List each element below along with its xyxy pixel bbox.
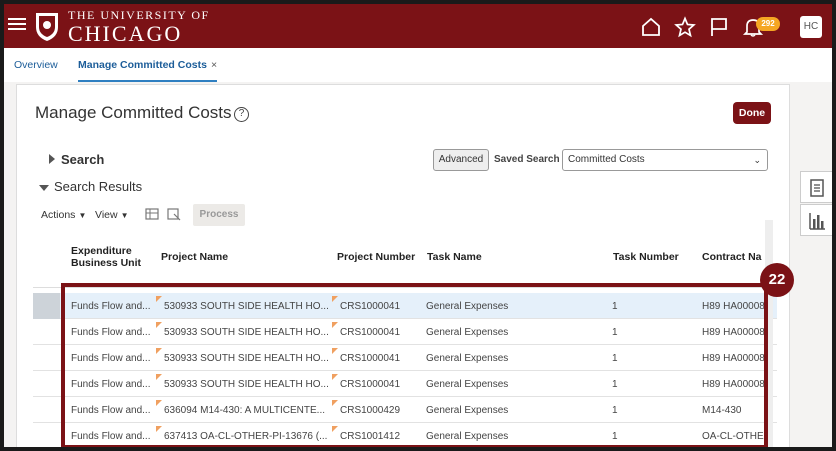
help-icon[interactable]: ? [234,107,249,122]
expand-icon [49,154,55,164]
row-selector[interactable] [33,319,60,345]
logo-top-text: THE UNIVERSITY OF [68,8,210,22]
column-header[interactable]: Task Name [427,251,482,263]
logo-main-text: CHICAGO [68,21,183,46]
dropdown-arrow-icon: ▼ [120,211,129,220]
page-title: Manage Committed Costs [35,103,232,122]
bar-chart-icon [809,213,825,230]
callout-highlight [61,283,768,447]
advanced-button[interactable]: Advanced [433,149,489,171]
shield-icon [36,13,58,41]
close-icon[interactable]: × [211,59,217,71]
dropdown-arrow-icon: ▼ [78,211,87,220]
row-selector[interactable] [33,423,60,447]
actions-menu[interactable]: Actions ▼ [41,209,86,221]
search-results-header[interactable]: Search Results [39,179,142,194]
chevron-down-icon: ⌄ [753,155,761,165]
done-button[interactable]: Done [733,102,771,124]
row-selector[interactable] [33,293,60,319]
notification-badge: 292 [756,17,780,31]
row-selector[interactable] [33,345,60,371]
saved-search-value: Committed Costs [568,154,645,165]
menu-icon[interactable] [8,15,26,33]
view-label: View [95,209,118,221]
university-logo[interactable]: THE UNIVERSITY OF CHICAGO [34,8,210,46]
row-selector[interactable] [33,397,60,423]
user-avatar[interactable]: HC [800,16,822,38]
detach-icon[interactable] [167,207,181,221]
column-header[interactable]: Project Name [161,251,228,263]
tab-overview[interactable]: Overview [14,48,58,82]
freeze-icon[interactable] [145,207,159,221]
tab-manage-committed-costs[interactable]: Manage Committed Costs × [78,48,218,82]
actions-label: Actions [41,209,76,221]
tab-bar: Overview Manage Committed Costs × [4,48,832,82]
list-icon [810,179,824,197]
column-header[interactable]: Task Number [613,251,679,263]
row-selector[interactable] [33,371,60,397]
home-icon[interactable] [640,16,662,38]
flag-icon[interactable] [708,16,730,38]
search-label: Search [61,152,105,167]
side-panel-tasks-button[interactable] [800,171,832,203]
process-button[interactable]: Process [193,204,245,226]
column-header[interactable]: Expenditure Business Unit [71,245,151,269]
search-section-header[interactable]: Search [49,152,104,167]
global-header: THE UNIVERSITY OF CHICAGO 292 HC [4,4,832,48]
view-menu[interactable]: View ▼ [95,209,129,221]
column-header[interactable]: Project Number [337,251,415,263]
collapse-icon [39,184,49,191]
app-window: THE UNIVERSITY OF CHICAGO 292 HC Overvie… [4,4,832,447]
callout-number: 22 [760,263,794,297]
tab-label: Manage Committed Costs [78,59,207,71]
star-icon[interactable] [674,16,696,38]
saved-search-select[interactable]: Committed Costs ⌄ [562,149,768,171]
side-panel-analytics-button[interactable] [800,204,832,236]
saved-search-label: Saved Search [494,154,560,165]
search-results-label: Search Results [54,179,143,194]
